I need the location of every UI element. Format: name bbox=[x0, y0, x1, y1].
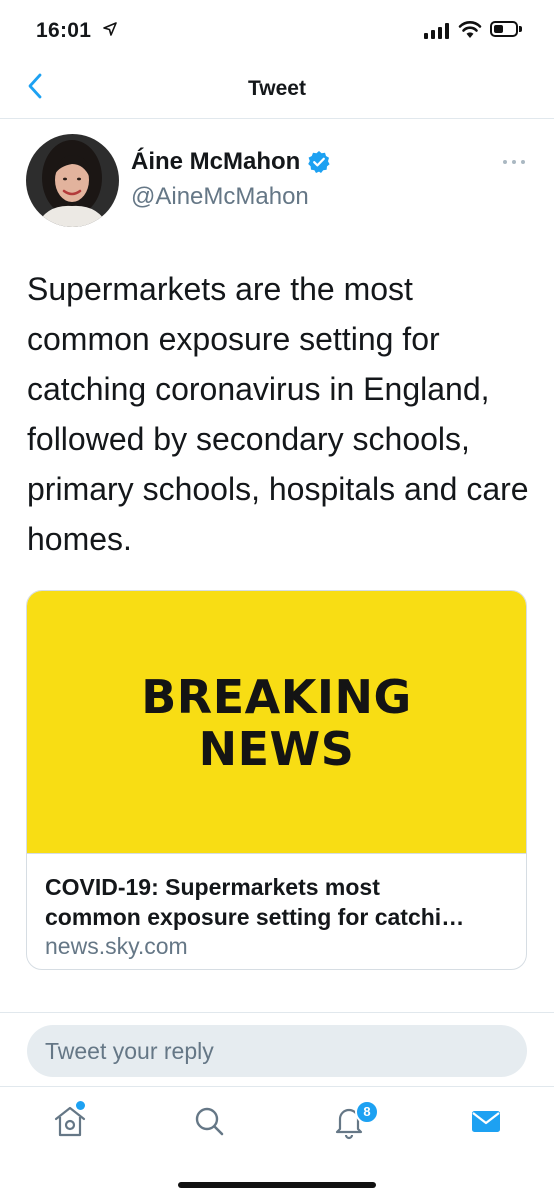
card-title: COVID-19: Supermarkets most common expos… bbox=[45, 874, 465, 930]
author-name[interactable]: Áine McMahon bbox=[131, 148, 300, 176]
link-card[interactable]: BREAKING NEWS COVID-19: Supermarkets mos… bbox=[26, 590, 527, 970]
card-domain: news.sky.com bbox=[45, 933, 188, 959]
wifi-icon bbox=[458, 21, 482, 38]
reply-divider bbox=[0, 1012, 554, 1013]
location-arrow-icon bbox=[103, 22, 117, 36]
battery-cap bbox=[519, 26, 522, 32]
author-handle[interactable]: @AineMcMahon bbox=[131, 183, 309, 211]
notifications-badge: 8 bbox=[355, 1100, 379, 1124]
nav-header: Tweet bbox=[0, 64, 554, 119]
home-indicator bbox=[178, 1182, 376, 1188]
battery-icon bbox=[490, 21, 518, 37]
signal-icon bbox=[424, 23, 449, 39]
tweet-text: Supermarkets are the most common exposur… bbox=[27, 271, 529, 557]
card-image-text: BREAKING NEWS bbox=[141, 670, 412, 776]
reply-input[interactable]: Tweet your reply bbox=[27, 1025, 527, 1077]
page-title: Tweet bbox=[248, 77, 306, 100]
search-icon[interactable] bbox=[189, 1101, 229, 1141]
home-unread-dot bbox=[76, 1101, 85, 1110]
card-image: BREAKING NEWS bbox=[27, 591, 526, 853]
verified-badge-icon bbox=[308, 151, 330, 173]
status-time: 16:01 bbox=[36, 19, 92, 42]
messages-icon[interactable] bbox=[466, 1101, 506, 1141]
status-bar: 16:01 bbox=[0, 0, 554, 64]
author-name-row: Áine McMahon bbox=[131, 148, 331, 176]
avatar[interactable] bbox=[26, 134, 119, 227]
card-meta: COVID-19: Supermarkets most common expos… bbox=[27, 853, 526, 959]
more-options-icon[interactable] bbox=[500, 152, 528, 172]
